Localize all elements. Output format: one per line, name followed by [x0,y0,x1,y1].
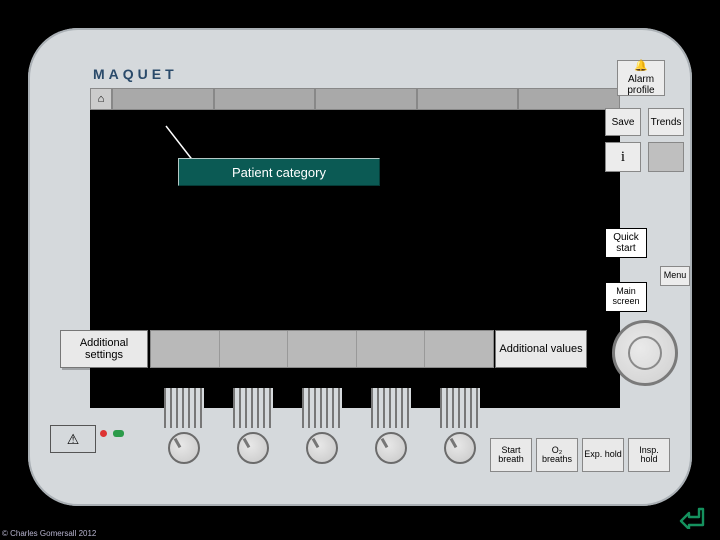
exp-hold-button[interactable]: Exp. hold [582,438,624,472]
knob-strip [150,374,494,464]
start-breath-button[interactable]: Start breath [490,438,532,472]
knob-dial-3[interactable] [306,432,338,464]
top-tab-1[interactable] [112,88,214,110]
knob-dial-5[interactable] [444,432,476,464]
brand-logo: MAQUET [93,66,178,82]
warning-indicator: ⚠ [50,425,96,453]
top-tab-3[interactable] [315,88,417,110]
knob-dial-4[interactable] [375,432,407,464]
trends-button[interactable]: Trends [648,108,684,136]
param-seg-2[interactable] [220,331,289,367]
knob-1[interactable] [154,388,214,464]
param-seg-5[interactable] [425,331,493,367]
info-button[interactable]: i [605,142,641,172]
top-tab-bar: ⌂ [90,88,620,110]
knob-scale-1 [164,388,204,428]
alarm-profile-button[interactable]: 🔔 Alarm profile [617,60,665,96]
home-icon[interactable]: ⌂ [90,88,112,110]
top-tab-2[interactable] [214,88,316,110]
knob-dial-2[interactable] [237,432,269,464]
knob-4[interactable] [361,388,421,464]
param-seg-3[interactable] [288,331,357,367]
led-red [100,430,107,437]
warning-icon: ⚠ [67,431,80,448]
knob-5[interactable] [430,388,490,464]
knob-3[interactable] [292,388,352,464]
knob-dial-1[interactable] [168,432,200,464]
knob-scale-4 [371,388,411,428]
menu-button[interactable]: Menu [660,266,690,286]
additional-settings-button[interactable]: Additional settings [60,330,148,368]
param-seg-1[interactable] [151,331,220,367]
main-screen-button[interactable]: Main screen [605,282,647,312]
led-green [113,430,124,437]
knob-scale-5 [440,388,480,428]
parameter-bar [150,330,494,368]
bell-icon: 🔔 [634,60,648,72]
knob-scale-3 [302,388,342,428]
insp-hold-button[interactable]: Insp. hold [628,438,670,472]
o2-breaths-button[interactable]: O₂ breaths [536,438,578,472]
blank-button[interactable] [648,142,684,172]
main-rotary-knob[interactable] [612,320,678,386]
knob-2[interactable] [223,388,283,464]
quick-start-button[interactable]: Quick start [605,228,647,258]
additional-values-button[interactable]: Additional values [495,330,587,368]
breath-buttons: Start breath O₂ breaths Exp. hold Insp. … [490,438,670,472]
copyright-text: © Charles Gomersall 2012 [2,529,96,538]
top-tab-5[interactable] [518,88,620,110]
status-leds [100,430,124,437]
top-tab-4[interactable] [417,88,519,110]
param-seg-4[interactable] [357,331,426,367]
save-button[interactable]: Save [605,108,641,136]
back-arrow-icon[interactable] [678,504,708,530]
alarm-profile-label: Alarm profile [620,74,662,96]
patient-category-label: Patient category [178,158,380,186]
knob-scale-2 [233,388,273,428]
